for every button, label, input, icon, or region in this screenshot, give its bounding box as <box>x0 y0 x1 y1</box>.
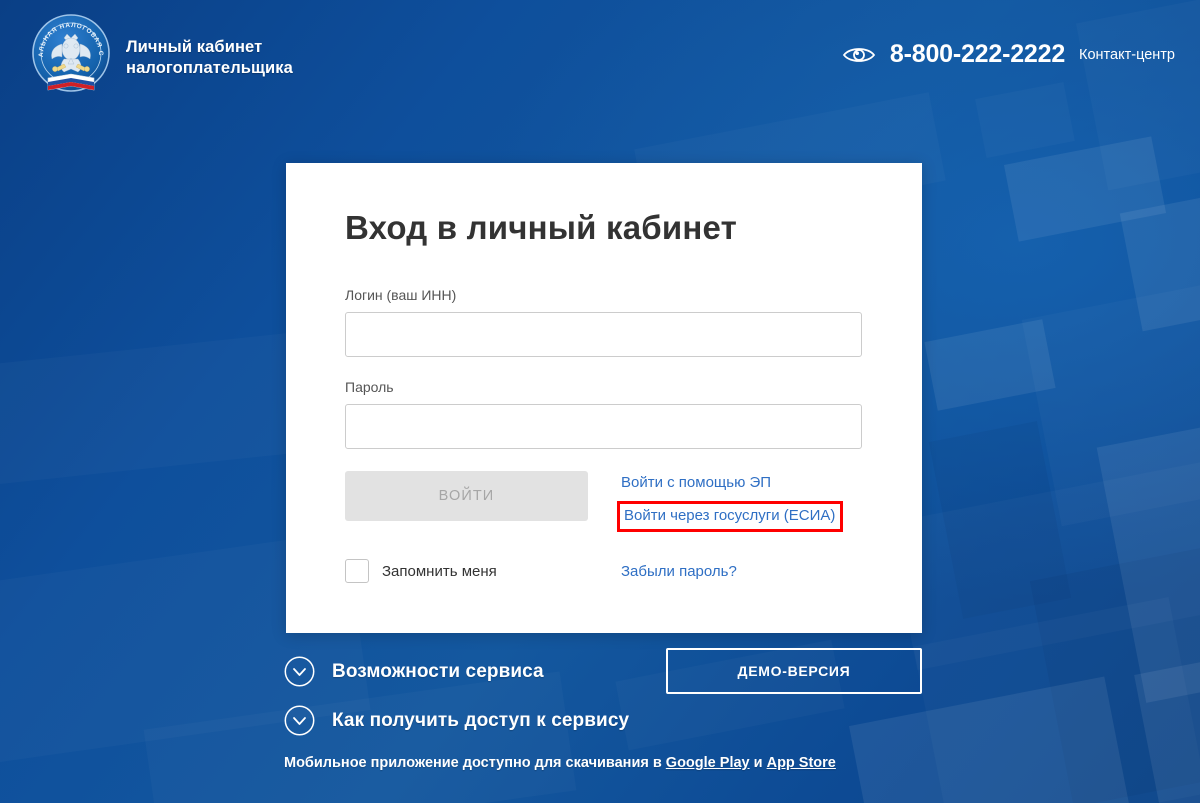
password-field-group: Пароль <box>345 379 864 449</box>
password-input[interactable] <box>345 404 862 449</box>
mobile-app-note-conjunction: и <box>749 755 767 771</box>
chevron-down-circle-icon <box>284 705 315 736</box>
alternative-login-links: Войти с помощью ЭП Войти через госуслуги… <box>617 471 844 532</box>
bottom-row: Запомнить меня Забыли пароль? <box>345 559 864 583</box>
fns-logo-icon: ФЕДЕРАЛЬНАЯ НАЛОГОВАЯ СЛУЖБА <box>26 7 112 104</box>
chevron-down-circle-icon <box>284 656 315 687</box>
accordion-item-how-to-access[interactable]: Как получить доступ к сервису <box>284 705 629 736</box>
app-store-link[interactable]: App Store <box>767 755 836 771</box>
actions-row: ВОЙТИ Войти с помощью ЭП Войти через гос… <box>345 471 864 532</box>
forgot-password-link[interactable]: Забыли пароль? <box>621 563 737 580</box>
mobile-app-note: Мобильное приложение доступно для скачив… <box>284 755 836 771</box>
page-root: ФЕДЕРАЛЬНАЯ НАЛОГОВАЯ СЛУЖБА <box>0 0 1200 803</box>
login-submit-button[interactable]: ВОЙТИ <box>345 471 588 521</box>
login-with-eds-link[interactable]: Войти с помощью ЭП <box>621 473 771 493</box>
contact-phone[interactable]: 8-800-222-2222 <box>890 40 1065 69</box>
login-field-label: Логин (ваш ИНН) <box>345 287 457 303</box>
login-via-gosuslugi-link[interactable]: Войти через госуслуги (ЕСИА) <box>617 501 844 532</box>
contact-center-label[interactable]: Контакт-центр <box>1079 47 1175 63</box>
login-field-group: Логин (ваш ИНН) <box>345 287 864 357</box>
eye-icon[interactable] <box>842 43 876 67</box>
remember-me-group[interactable]: Запомнить меня <box>345 559 621 583</box>
google-play-link[interactable]: Google Play <box>666 755 750 771</box>
page-title: Вход в личный кабинет <box>345 209 737 246</box>
brand-block[interactable]: ФЕДЕРАЛЬНАЯ НАЛОГОВАЯ СЛУЖБА <box>26 7 293 104</box>
brand-title: Личный кабинет налогоплательщика <box>126 38 293 77</box>
remember-me-label: Запомнить меня <box>382 562 497 580</box>
password-field-label: Пароль <box>345 379 394 395</box>
remember-me-checkbox[interactable] <box>345 559 369 583</box>
header-right-group: 8-800-222-2222 Контакт-центр <box>842 40 1175 69</box>
login-card: Вход в личный кабинет Логин (ваш ИНН) Па… <box>286 163 922 633</box>
login-input[interactable] <box>345 312 862 357</box>
accordion-label: Как получить доступ к сервису <box>332 709 630 731</box>
accordion-item-service-features[interactable]: Возможности сервиса <box>284 656 544 687</box>
mobile-app-note-text: Мобильное приложение доступно для скачив… <box>284 755 666 771</box>
site-header: ФЕДЕРАЛЬНАЯ НАЛОГОВАЯ СЛУЖБА <box>0 0 1200 118</box>
accordion-label: Возможности сервиса <box>332 660 544 682</box>
demo-version-button[interactable]: ДЕМО-ВЕРСИЯ <box>666 648 922 694</box>
